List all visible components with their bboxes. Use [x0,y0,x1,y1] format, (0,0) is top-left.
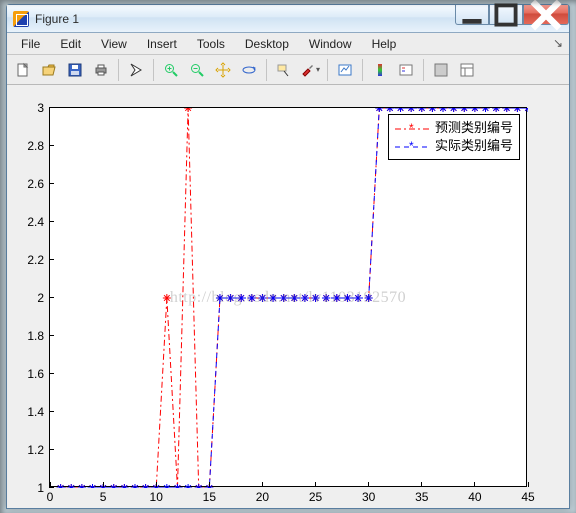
zoom-in-button[interactable] [159,58,183,82]
axes[interactable]: http://blog.csdn.net/lv1103192570 * 预测类别… [49,107,527,487]
print-button[interactable] [89,58,113,82]
x-tick: 5 [100,490,107,504]
pan-button[interactable] [211,58,235,82]
legend-entry-2: * 实际类别编号 [395,137,513,155]
edit-plot-button[interactable] [124,58,148,82]
y-tick: 2.4 [27,215,44,229]
matlab-icon [13,11,29,27]
y-tick: 1 [37,481,44,495]
minimize-button[interactable] [455,5,489,25]
insert-colorbar-button[interactable] [368,58,392,82]
y-tick: 1.2 [27,443,44,457]
hide-plot-tools-button[interactable] [429,58,453,82]
window-title: Figure 1 [35,12,79,26]
y-tick: 2.2 [27,253,44,267]
plot-lines [50,108,528,488]
toolbar: ▾ [7,55,569,85]
y-tick: 3 [37,101,44,115]
window-buttons [455,5,569,25]
new-figure-button[interactable] [11,58,35,82]
show-plot-tools-button[interactable] [455,58,479,82]
menu-insert[interactable]: Insert [139,35,185,53]
figure-canvas: http://blog.csdn.net/lv1103192570 * 预测类别… [7,85,569,508]
x-tick: 40 [468,490,481,504]
menu-file[interactable]: File [13,35,48,53]
rotate3d-button[interactable] [237,58,261,82]
y-tick: 1.6 [27,367,44,381]
zoom-out-button[interactable] [185,58,209,82]
menubar: File Edit View Insert Tools Desktop Wind… [7,33,569,55]
save-button[interactable] [63,58,87,82]
y-tick: 2 [37,291,44,305]
brush-button[interactable]: ▾ [298,58,322,82]
menu-window[interactable]: Window [301,35,360,53]
menu-tools[interactable]: Tools [189,35,233,53]
open-button[interactable] [37,58,61,82]
x-tick: 15 [203,490,216,504]
menu-desktop[interactable]: Desktop [237,35,297,53]
insert-legend-button[interactable] [394,58,418,82]
x-tick: 45 [521,490,534,504]
link-button[interactable] [333,58,357,82]
legend-entry-1: * 预测类别编号 [395,119,513,137]
y-tick: 1.8 [27,329,44,343]
x-tick: 0 [47,490,54,504]
close-button[interactable] [523,5,569,25]
legend[interactable]: * 预测类别编号 * 实际类别编号 [388,114,520,160]
x-tick: 20 [256,490,269,504]
legend-label-1: 预测类别编号 [435,119,513,137]
figure-window: Figure 1 File Edit View Insert Tools Des… [6,4,570,509]
menu-help[interactable]: Help [364,35,405,53]
data-cursor-button[interactable] [272,58,296,82]
x-tick: 25 [309,490,322,504]
y-tick: 1.4 [27,405,44,419]
legend-label-2: 实际类别编号 [435,137,513,155]
menu-edit[interactable]: Edit [52,35,89,53]
menu-overflow-icon[interactable]: ↘ [553,36,563,50]
maximize-button[interactable] [489,5,523,25]
x-tick: 10 [150,490,163,504]
titlebar[interactable]: Figure 1 [7,5,569,33]
x-tick: 35 [415,490,428,504]
x-tick: 30 [362,490,375,504]
y-tick: 2.6 [27,177,44,191]
y-tick: 2.8 [27,139,44,153]
menu-view[interactable]: View [93,35,135,53]
